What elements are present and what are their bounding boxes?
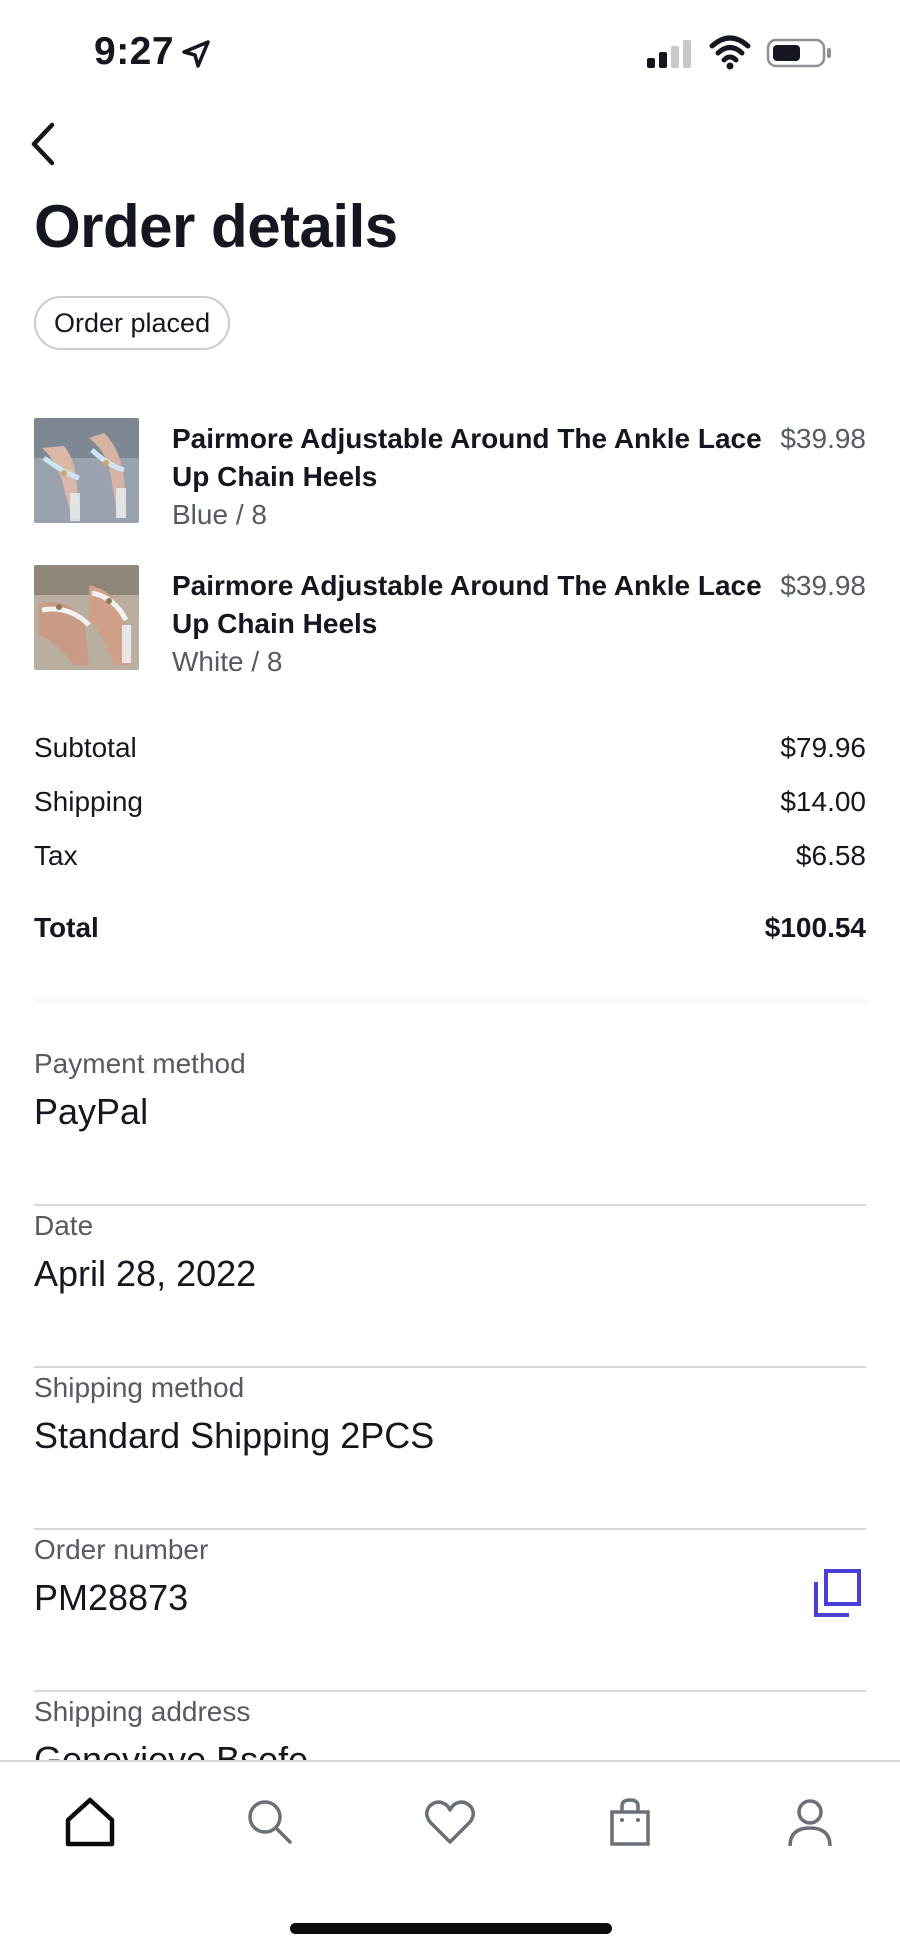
payment-method-row: Payment method PayPal [34,1044,866,1206]
total-label: Total [34,912,99,943]
date-value: April 28, 2022 [34,1253,257,1294]
tab-home[interactable] [60,1792,120,1852]
order-item[interactable]: Pairmore Adjustable Around The Ankle Lac… [34,418,866,538]
tax-label: Tax [34,840,78,871]
home-icon [65,1797,115,1847]
total-row: Total $100.54 [34,908,866,948]
total-value: $100.54 [764,912,866,943]
item-price: $39.98 [780,423,866,454]
item-variant: White / 8 [172,646,283,677]
date-row: Date April 28, 2022 [34,1206,866,1368]
payment-method-label: Payment method [34,1048,246,1079]
item-name: Pairmore Adjustable Around The Ankle Lac… [172,423,762,492]
copy-icon [814,1569,861,1617]
shipping-row: Shipping $14.00 [34,782,866,822]
location-arrow-icon [182,40,210,68]
shipping-method-label: Shipping method [34,1372,245,1403]
back-button[interactable] [20,118,64,170]
shipping-value: $14.00 [780,786,866,817]
section-divider [34,998,866,1004]
status-bar: 9:27 [0,0,900,105]
order-number-row: Order number PM28873 [34,1530,866,1692]
product-thumbnail[interactable] [34,418,139,523]
tab-bag[interactable] [600,1792,660,1852]
copy-order-number-button[interactable] [812,1568,862,1618]
chevron-left-icon [31,122,55,166]
order-number-label: Order number [34,1534,209,1565]
subtotal-label: Subtotal [34,732,137,763]
payment-method-value: PayPal [34,1091,149,1132]
shipping-method-value: Standard Shipping 2PCS [34,1415,435,1456]
date-label: Date [34,1210,94,1241]
heart-icon [425,1800,475,1844]
battery-icon [766,38,831,68]
item-name: Pairmore Adjustable Around The Ankle Lac… [172,570,762,639]
order-item[interactable]: Pairmore Adjustable Around The Ankle Lac… [34,565,866,685]
item-price: $39.98 [780,570,866,601]
tab-search[interactable] [240,1792,300,1852]
home-indicator[interactable] [290,1923,612,1934]
product-thumbnail[interactable] [34,565,139,670]
bottom-tab-bar [0,1760,900,1947]
tab-profile[interactable] [780,1792,840,1852]
subtotal-value: $79.96 [780,732,866,763]
order-status-badge: Order placed [34,296,231,350]
wifi-icon [709,35,751,70]
item-variant: Blue / 8 [172,499,267,530]
profile-icon [788,1799,832,1847]
search-icon [248,1800,292,1844]
tab-favorites[interactable] [420,1792,480,1852]
tax-row: Tax $6.58 [34,836,866,876]
cellular-signal-icon [647,40,691,68]
shipping-label: Shipping [34,786,143,817]
shipping-method-row: Shipping method Standard Shipping 2PCS [34,1368,866,1530]
bag-icon [610,1798,650,1846]
subtotal-row: Subtotal $79.96 [34,728,866,768]
status-time: 9:27 [94,30,175,73]
order-number-value: PM28873 [34,1577,189,1618]
page-title: Order details [34,193,398,260]
shipping-address-label: Shipping address [34,1696,251,1727]
tax-value: $6.58 [795,840,866,871]
